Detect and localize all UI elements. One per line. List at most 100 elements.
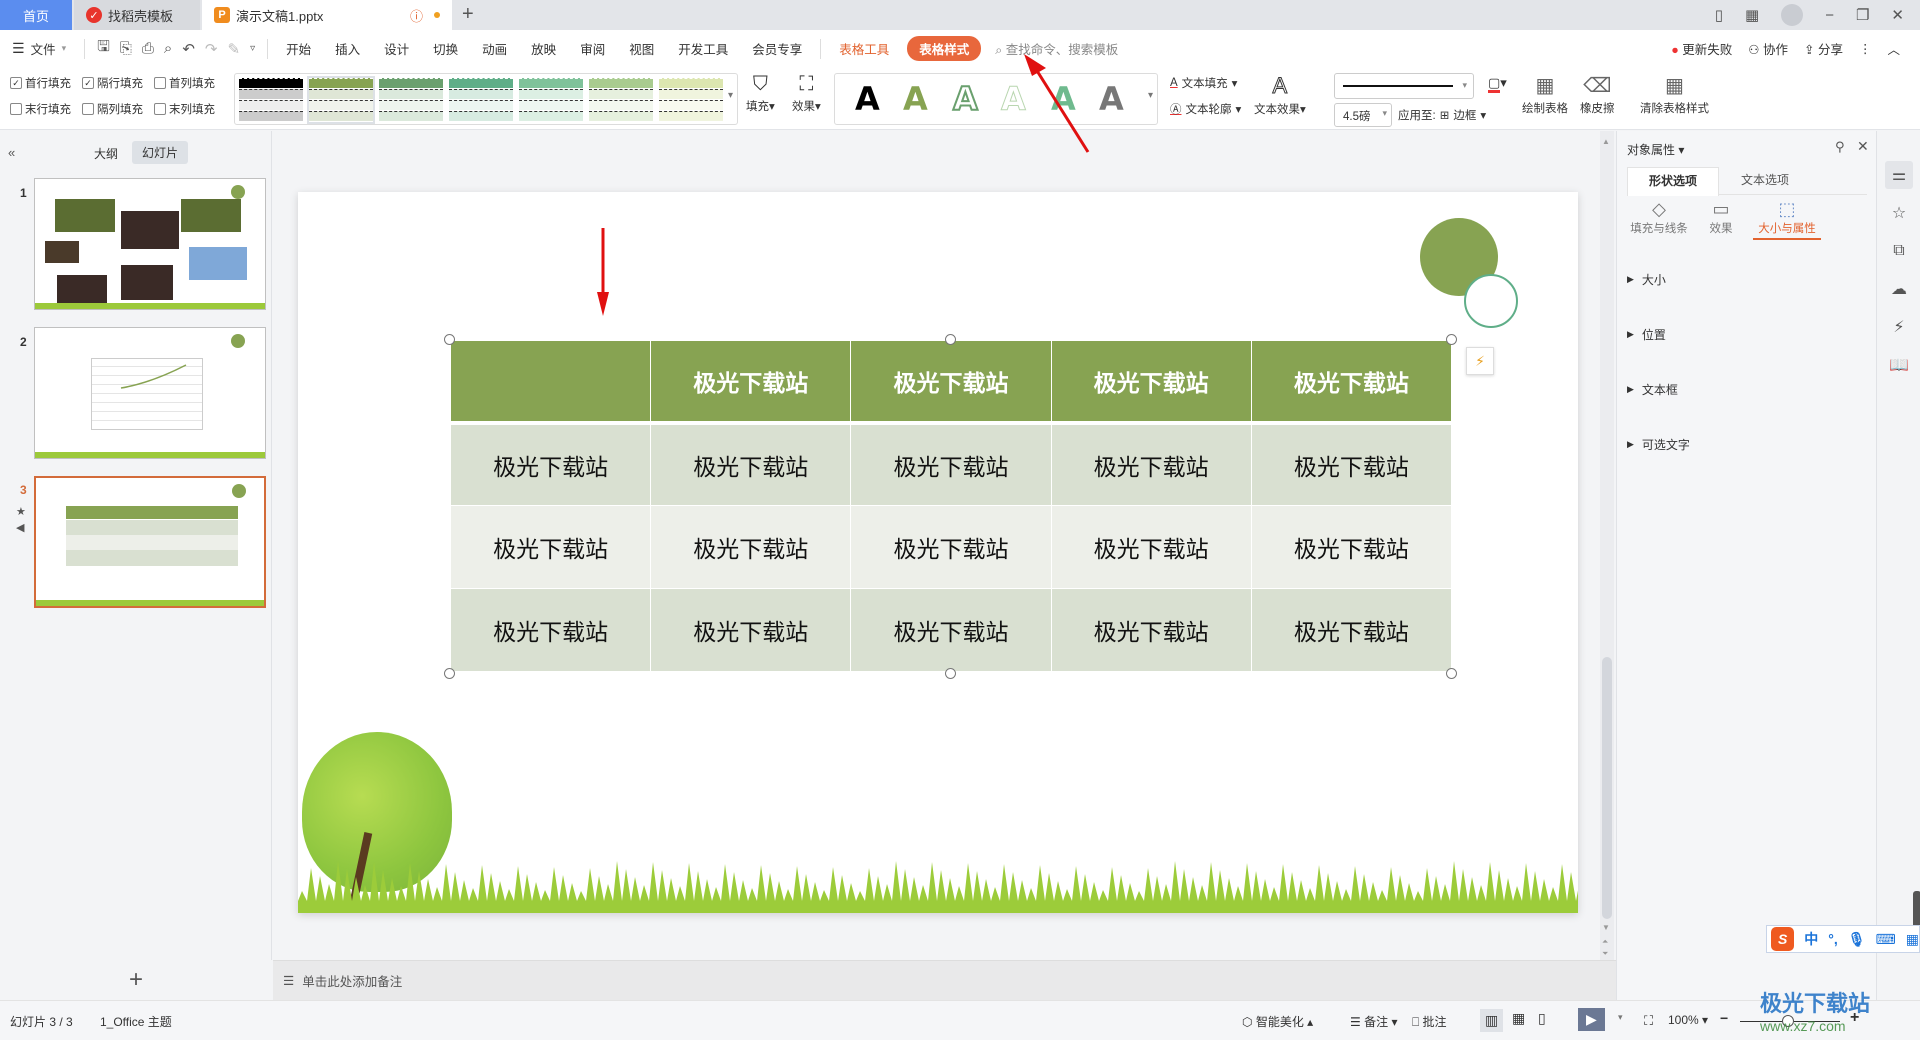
menu-transition[interactable]: 切换 — [421, 39, 470, 58]
scroll-up-icon[interactable]: ▲ — [1602, 137, 1610, 146]
print-icon[interactable]: ⎙ — [142, 40, 154, 57]
save-icon[interactable]: 🖫 — [97, 36, 110, 61]
checkbox-banded-rows[interactable]: ✓ 隔行填充 — [82, 75, 143, 91]
table-cell[interactable]: 极光下载站 — [650, 422, 852, 506]
collapse-ribbon-icon[interactable]: ︿ — [1887, 39, 1900, 58]
ime-mode[interactable]: 中 — [1804, 929, 1818, 949]
tab-text-options[interactable]: 文本选项 — [1719, 167, 1811, 195]
table-cell[interactable]: 极光下载站 — [850, 422, 1052, 506]
tab-document[interactable]: P 演示文稿1.pptx ⓘ — [202, 0, 452, 30]
resize-handle-bl[interactable] — [444, 668, 455, 679]
slide-thumbnail-2[interactable] — [34, 327, 266, 459]
sogou-logo-icon[interactable]: S — [1771, 927, 1795, 951]
resize-handle-br[interactable] — [1446, 668, 1457, 679]
avatar[interactable] — [1781, 4, 1804, 26]
wordart-style-gray[interactable]: A — [1099, 80, 1124, 118]
export-icon[interactable]: ⎘ — [120, 40, 132, 57]
backup-icon[interactable]: ☁ — [1885, 275, 1913, 303]
share-button[interactable]: ⇪ 分享 — [1804, 39, 1843, 58]
resize-handle-b[interactable] — [945, 668, 956, 679]
keyboard-icon[interactable]: ⌨ — [1876, 931, 1896, 948]
play-slideshow-button[interactable]: ▶ — [1578, 1008, 1605, 1031]
properties-title[interactable]: 对象属性 ▾ — [1627, 141, 1684, 158]
warning-icon[interactable]: ⓘ — [410, 6, 423, 25]
wordart-style-green[interactable]: A — [903, 80, 928, 118]
draw-table-button[interactable]: ▦ 绘制表格 — [1522, 73, 1568, 116]
table-cell[interactable]: 极光下载站 — [449, 588, 652, 672]
table-cell[interactable]: 极光下载站 — [449, 505, 652, 589]
more-options-icon[interactable]: ⋮ — [1859, 41, 1872, 56]
table-header-cell[interactable] — [449, 340, 652, 425]
pin-icon[interactable]: ⚲ — [1835, 139, 1845, 155]
resize-handle-tr[interactable] — [1446, 334, 1457, 345]
menu-developer[interactable]: 开发工具 — [666, 39, 740, 58]
format-painter-icon[interactable]: ✎ — [227, 40, 240, 58]
table-header-cell[interactable]: 极光下载站 — [1250, 340, 1453, 425]
menu-table-style[interactable]: 表格样式 — [907, 36, 982, 61]
slide-thumbnail-3[interactable] — [34, 476, 266, 608]
line-style-select[interactable]: ▾ — [1334, 73, 1474, 99]
table-cell[interactable]: 极光下载站 — [850, 505, 1052, 589]
table-style-swatch[interactable] — [589, 78, 653, 122]
table-cell[interactable]: 极光下载站 — [650, 588, 852, 672]
tab-outline[interactable]: 大纲 — [94, 145, 118, 162]
smart-suggestion-icon[interactable]: ⚡ — [1466, 347, 1494, 375]
restore-icon[interactable]: ❐ — [1856, 6, 1869, 24]
smart-idea-icon[interactable]: ⚡ — [1885, 313, 1913, 341]
layout-icon[interactable]: ▯ — [1715, 6, 1723, 24]
subtab-fill-line[interactable]: ◇ 填充与线条 — [1629, 199, 1689, 236]
table-style-swatch[interactable] — [659, 78, 723, 122]
table-cell[interactable]: 极光下载站 — [1250, 588, 1453, 672]
collaborate-button[interactable]: ⚇ 协作 — [1748, 39, 1788, 58]
table-style-swatch[interactable] — [449, 78, 513, 122]
punctuation-icon[interactable]: °, — [1828, 931, 1838, 947]
section-textbox[interactable]: ▶ 文本框 — [1627, 381, 1678, 398]
fill-button[interactable]: ⛉ 填充▾ — [746, 73, 775, 114]
animation-star-icon[interactable]: ☆ — [1885, 199, 1913, 227]
slide-sorter-icon[interactable]: ▦ — [1512, 1010, 1525, 1027]
wordart-style-outline-green[interactable]: A — [952, 79, 979, 119]
menu-slideshow[interactable]: 放映 — [519, 39, 568, 58]
table-cell[interactable]: 极光下载站 — [850, 588, 1052, 672]
fit-window-icon[interactable]: ⛶ — [1644, 1013, 1653, 1029]
update-failed-button[interactable]: ● 更新失败 — [1671, 39, 1732, 58]
undo-icon[interactable]: ↶ — [182, 40, 195, 58]
reader-icon[interactable]: 📖 — [1885, 351, 1913, 379]
table-cell[interactable]: 极光下载站 — [1250, 422, 1453, 506]
text-fill-button[interactable]: A 文本填充 ▾ — [1170, 75, 1237, 91]
table-cell[interactable]: 极光下载站 — [1050, 422, 1252, 506]
text-outline-button[interactable]: Ⓐ 文本轮廓 ▾ — [1170, 101, 1241, 117]
normal-view-icon[interactable]: ▥ — [1480, 1009, 1504, 1032]
table-style-swatch[interactable] — [519, 78, 583, 122]
slide-thumbnail-1[interactable] — [34, 178, 266, 310]
resize-handle-tl[interactable] — [444, 334, 455, 345]
table-cell[interactable]: 极光下载站 — [1050, 505, 1252, 589]
wordart-expand-icon[interactable]: ▾ — [1148, 90, 1153, 101]
file-menu[interactable]: ☰ 文件 ▾ — [0, 39, 78, 58]
reading-view-icon[interactable]: ▯ — [1538, 1010, 1546, 1027]
table-cell[interactable]: 极光下载站 — [1250, 505, 1453, 589]
print-preview-icon[interactable]: ⌕ — [164, 40, 172, 57]
notes-toggle-button[interactable]: ☰ 备注 ▾ — [1350, 1013, 1397, 1030]
ime-menu-icon[interactable]: ▦ — [1906, 931, 1919, 948]
comment-button[interactable]: ⎕ 批注 — [1412, 1013, 1447, 1030]
line-weight-select[interactable]: 4.5磅 ▾ — [1334, 103, 1392, 127]
menu-table-tools[interactable]: 表格工具 — [827, 39, 901, 58]
vertical-scrollbar[interactable]: ▲ ▼ ⏶ ⏷ — [1600, 131, 1614, 960]
menu-insert[interactable]: 插入 — [323, 39, 372, 58]
subtab-effect[interactable]: ▭ 效果 — [1701, 199, 1741, 236]
menu-design[interactable]: 设计 — [372, 39, 421, 58]
section-size[interactable]: ▶ 大小 — [1627, 271, 1666, 288]
prev-slide-icon[interactable]: ⏶ — [1602, 937, 1608, 947]
section-alt-text[interactable]: ▶ 可选文字 — [1627, 436, 1690, 453]
table-cell[interactable]: 极光下载站 — [650, 505, 852, 589]
next-slide-icon[interactable]: ⏷ — [1602, 949, 1608, 959]
menu-start[interactable]: 开始 — [274, 39, 323, 58]
table-header-cell[interactable]: 极光下载站 — [650, 340, 852, 425]
zoom-out-icon[interactable]: − — [1720, 1010, 1728, 1026]
microphone-icon[interactable]: 🎙 — [1848, 931, 1866, 948]
scroll-thumb[interactable] — [1602, 657, 1612, 919]
table-style-swatch[interactable] — [379, 78, 443, 122]
tab-slides[interactable]: 幻灯片 — [132, 141, 189, 164]
menu-review[interactable]: 审阅 — [568, 39, 617, 58]
